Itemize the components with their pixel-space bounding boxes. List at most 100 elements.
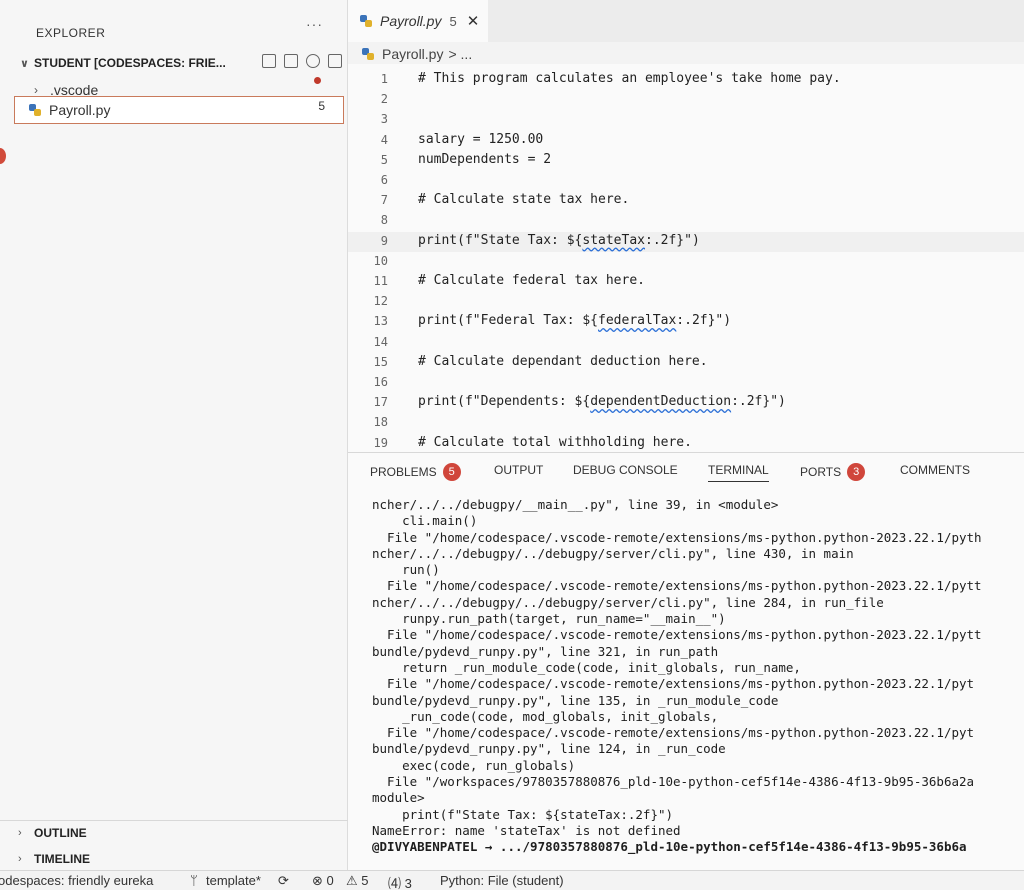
tab-ports[interactable]: PORTS 3	[800, 463, 866, 481]
code-line[interactable]: 4 salary = 1250.00	[348, 131, 1024, 151]
code-line[interactable]: 2	[348, 90, 1024, 110]
workspace-folder-label: STUDENT [CODESPACES: FRIE...	[34, 56, 226, 70]
ports-count-badge: 3	[847, 463, 866, 481]
tree-item-label: Payroll.py	[49, 102, 111, 118]
python-file-icon	[29, 104, 41, 116]
undefined-variable-token[interactable]: federalTax	[598, 313, 676, 328]
collapse-all-icon[interactable]	[328, 54, 342, 68]
tab-payroll-py[interactable]: Payroll.py 5 ✕	[348, 0, 488, 42]
tab-problems-label: PROBLEMS	[370, 465, 437, 479]
code-text: # Calculate total withholding here.	[418, 434, 692, 450]
terminal-line: File "/workspaces/9780357880876_pld-10e-…	[372, 774, 975, 790]
code-line[interactable]: 1 # This program calculates an employee's…	[348, 70, 1024, 90]
code-line[interactable]: 8	[348, 211, 1024, 231]
code-line[interactable]: 3	[348, 110, 1024, 130]
explorer-sidebar: EXPLORER ··· ∨ STUDENT [CODESPACES: FRIE…	[0, 0, 348, 870]
code-text: salary = 1250.00	[418, 131, 544, 147]
close-icon[interactable]: ✕	[467, 12, 480, 30]
undefined-variable-token[interactable]: stateTax	[582, 233, 645, 248]
code-line[interactable]: 12	[348, 292, 1024, 312]
problem-count-badge: 5	[318, 99, 325, 113]
code-token: :.2f}")	[676, 313, 732, 329]
codespace-status[interactable]: odespaces: friendly eureka	[0, 873, 153, 888]
code-text: print(f"State Tax: ${stateTax:.2f}")	[418, 233, 700, 248]
sync-icon[interactable]: ⟳	[278, 873, 289, 889]
terminal-line: ncher/../../debugpy/__main__.py", line 3…	[372, 497, 779, 512]
tab-problem-count: 5	[449, 13, 457, 29]
code-line[interactable]: 5 numDependents = 2	[348, 151, 1024, 171]
tree-item-payroll-file[interactable]: Payroll.py 5	[14, 96, 344, 124]
code-line[interactable]: 16	[348, 373, 1024, 393]
new-file-icon[interactable]	[262, 54, 276, 68]
code-line[interactable]: 10	[348, 252, 1024, 272]
line-number: 17	[373, 395, 388, 410]
workspace-actions	[262, 54, 342, 68]
terminal-output[interactable]: ncher/../../debugpy/__main__.py", line 3…	[372, 497, 1024, 856]
modified-dot-icon	[314, 77, 321, 84]
problems-count-badge: 5	[442, 463, 461, 481]
python-file-icon	[362, 48, 374, 60]
terminal-line: File "/home/codespace/.vscode-remote/ext…	[372, 529, 982, 545]
outline-section-header[interactable]: › OUTLINE	[18, 826, 87, 840]
undefined-variable-token[interactable]: dependentDeduction	[590, 394, 731, 409]
branch-status[interactable]: template*	[206, 873, 261, 888]
code-line[interactable]: 19 # Calculate total withholding here.	[348, 434, 1024, 454]
code-line[interactable]: 7 # Calculate state tax here.	[348, 191, 1024, 211]
errors-status[interactable]: ⊗ 0	[312, 873, 334, 889]
timeline-label: TIMELINE	[34, 852, 90, 866]
line-number: 1	[380, 72, 388, 86]
panel-tab-bar: PROBLEMS 5 OUTPUT DEBUG CONSOLE TERMINAL…	[348, 453, 1024, 487]
terminal-line: exec(code, run_globals)	[372, 757, 576, 773]
ports-status[interactable]: ⑷ 3	[388, 873, 412, 890]
warnings-status[interactable]: ⚠ 5	[346, 873, 369, 889]
line-number: 15	[373, 354, 388, 369]
terminal-line: module>	[372, 790, 425, 806]
explorer-title: EXPLORER	[36, 26, 106, 40]
terminal-line: File "/home/codespace/.vscode-remote/ext…	[372, 725, 975, 741]
code-text: numDependents = 2	[418, 151, 552, 167]
code-line[interactable]: 9 print(f"State Tax: ${stateTax:.2f}")	[348, 231, 1024, 252]
tab-debug-console[interactable]: DEBUG CONSOLE	[573, 463, 678, 477]
tab-problems[interactable]: PROBLEMS 5	[370, 463, 461, 481]
chevron-down-icon: ∨	[20, 57, 29, 70]
tab-terminal[interactable]: TERMINAL	[708, 463, 769, 482]
code-line[interactable]: 15 # Calculate dependant deduction here.	[348, 353, 1024, 373]
breadcrumb-file[interactable]: Payroll.py	[382, 46, 443, 62]
terminal-line: return _run_module_code(code, init_globa…	[372, 659, 801, 675]
notification-marker	[0, 148, 6, 164]
outline-label: OUTLINE	[34, 826, 87, 840]
line-number: 6	[380, 173, 388, 187]
code-editor[interactable]: 1 # This program calculates an employee's…	[348, 64, 1024, 452]
tab-label: Payroll.py	[380, 13, 442, 29]
code-line[interactable]: 17 print(f"Dependents: ${dependentDeducti…	[348, 393, 1024, 413]
code-text: print(f"Dependents: ${dependentDeduction…	[418, 394, 786, 409]
timeline-section-header[interactable]: › TIMELINE	[18, 852, 90, 866]
more-actions-icon[interactable]: ···	[306, 16, 323, 32]
workspace-folder-header[interactable]: ∨ STUDENT [CODESPACES: FRIE...	[20, 52, 348, 74]
terminal-line: bundle/pydevd_runpy.py", line 124, in _r…	[372, 741, 726, 757]
bottom-panel: PROBLEMS 5 OUTPUT DEBUG CONSOLE TERMINAL…	[348, 452, 1024, 870]
code-token: :.2f}")	[731, 394, 786, 410]
code-text: # Calculate dependant deduction here.	[418, 353, 708, 369]
chevron-right-icon: ›	[18, 827, 22, 839]
code-line[interactable]: 18	[348, 413, 1024, 433]
terminal-line: ncher/../../debugpy/../debugpy/server/cl…	[372, 545, 854, 561]
code-text: # Calculate federal tax here.	[418, 273, 645, 288]
terminal-line: ncher/../../debugpy/../debugpy/server/cl…	[372, 594, 884, 610]
terminal-prompt[interactable]: @DIVYABENPATEL → .../9780357880876_pld-1…	[372, 839, 1024, 855]
code-token: print(f"Federal Tax: ${	[418, 313, 599, 329]
tab-output[interactable]: OUTPUT	[494, 463, 543, 477]
refresh-icon[interactable]	[306, 54, 320, 68]
breadcrumb-rest[interactable]: > ...	[448, 46, 472, 62]
code-line[interactable]: 13 print(f"Federal Tax: ${federalTax:.2f}…	[348, 312, 1024, 332]
tab-comments[interactable]: COMMENTS	[900, 463, 970, 477]
code-line[interactable]: 14	[348, 333, 1024, 353]
terminal-line: File "/home/codespace/.vscode-remote/ext…	[372, 578, 982, 594]
terminal-line: bundle/pydevd_runpy.py", line 135, in _r…	[372, 692, 779, 708]
code-line[interactable]: 6	[348, 171, 1024, 191]
line-number: 14	[373, 334, 388, 349]
python-interpreter-status[interactable]: Python: File (student)	[440, 873, 564, 888]
new-folder-icon[interactable]	[284, 54, 298, 68]
code-token: print(f"Dependents: ${	[418, 394, 591, 410]
code-line[interactable]: 11 # Calculate federal tax here.	[348, 272, 1024, 292]
